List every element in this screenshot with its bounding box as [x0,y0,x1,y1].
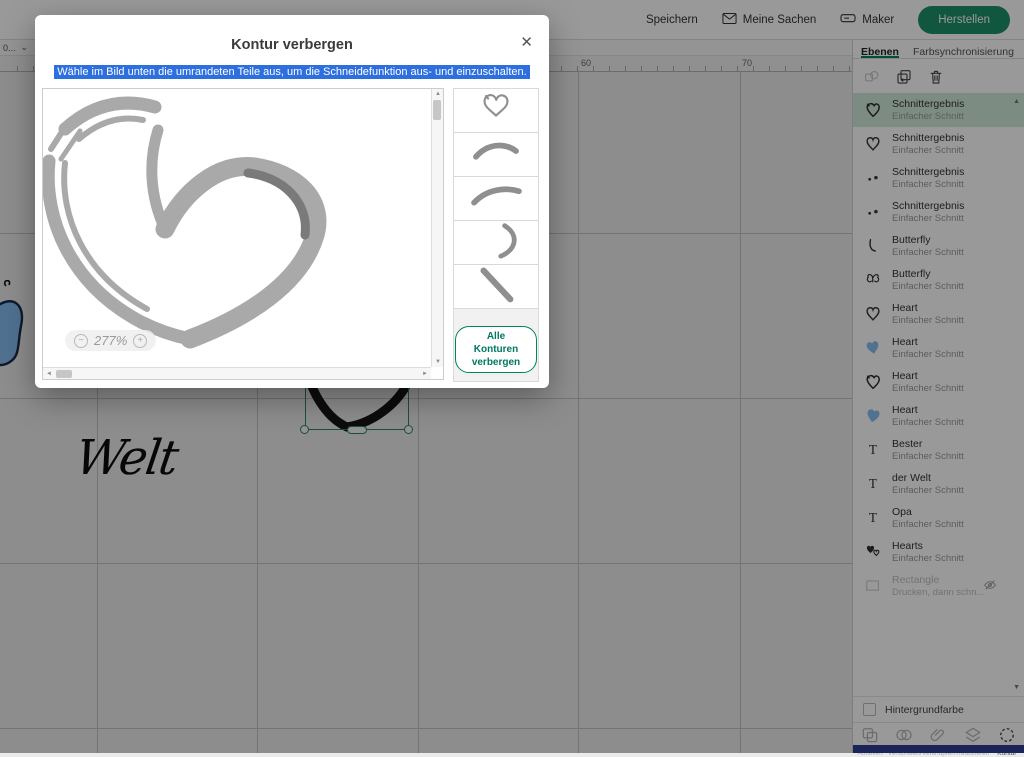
preview-image[interactable]: − 277% + [43,89,431,367]
vertical-scroll-thumb[interactable] [433,100,441,120]
contour-thumbnail-list: Alle Konturen verbergen [453,88,539,382]
dialog-instruction: Wähle im Bild unten die umrandeten Teile… [54,65,529,79]
scroll-down-icon[interactable]: ▼ [435,359,441,365]
contour-thumbnail[interactable] [453,264,539,309]
preview-horizontal-scrollbar[interactable]: ◄ ► [43,367,431,379]
zoom-control: − 277% + [65,330,156,351]
zoom-in-icon[interactable]: + [133,334,147,348]
thumb-curve1-icon [455,131,537,178]
contour-thumbnail[interactable] [453,88,539,133]
dialog-body: − 277% + ▲ ▼ ◄ ► Alle Konturen verbergen [42,88,542,382]
hide-all-contours-button[interactable]: Alle Konturen verbergen [455,326,537,373]
thumb-hook-icon [455,219,537,266]
dialog-title: Kontur verbergen [35,37,549,53]
preview-heart-sketch[interactable] [43,89,431,367]
preview-vertical-scrollbar[interactable]: ▲ ▼ [431,89,443,367]
zoom-level: 277% [94,333,127,348]
thumb-diag-icon [455,263,537,310]
contour-thumbnail[interactable] [453,220,539,265]
close-icon[interactable]: ✕ [520,35,533,50]
thumb-curve2-icon [455,175,537,222]
zoom-out-icon[interactable]: − [74,334,88,348]
horizontal-scroll-thumb[interactable] [56,370,72,378]
contour-thumbnail[interactable] [453,176,539,221]
scroll-right-icon[interactable]: ► [422,371,428,377]
hide-contour-dialog: Kontur verbergen ✕ Wähle im Bild unten d… [35,15,549,388]
scroll-up-icon[interactable]: ▲ [435,91,441,97]
thumb-heart-icon [455,87,537,134]
scroll-left-icon[interactable]: ◄ [46,371,52,377]
thumbnail-footer: Alle Konturen verbergen [453,309,539,382]
contour-thumbnail[interactable] [453,132,539,177]
contour-preview[interactable]: − 277% + ▲ ▼ ◄ ► [42,88,444,380]
